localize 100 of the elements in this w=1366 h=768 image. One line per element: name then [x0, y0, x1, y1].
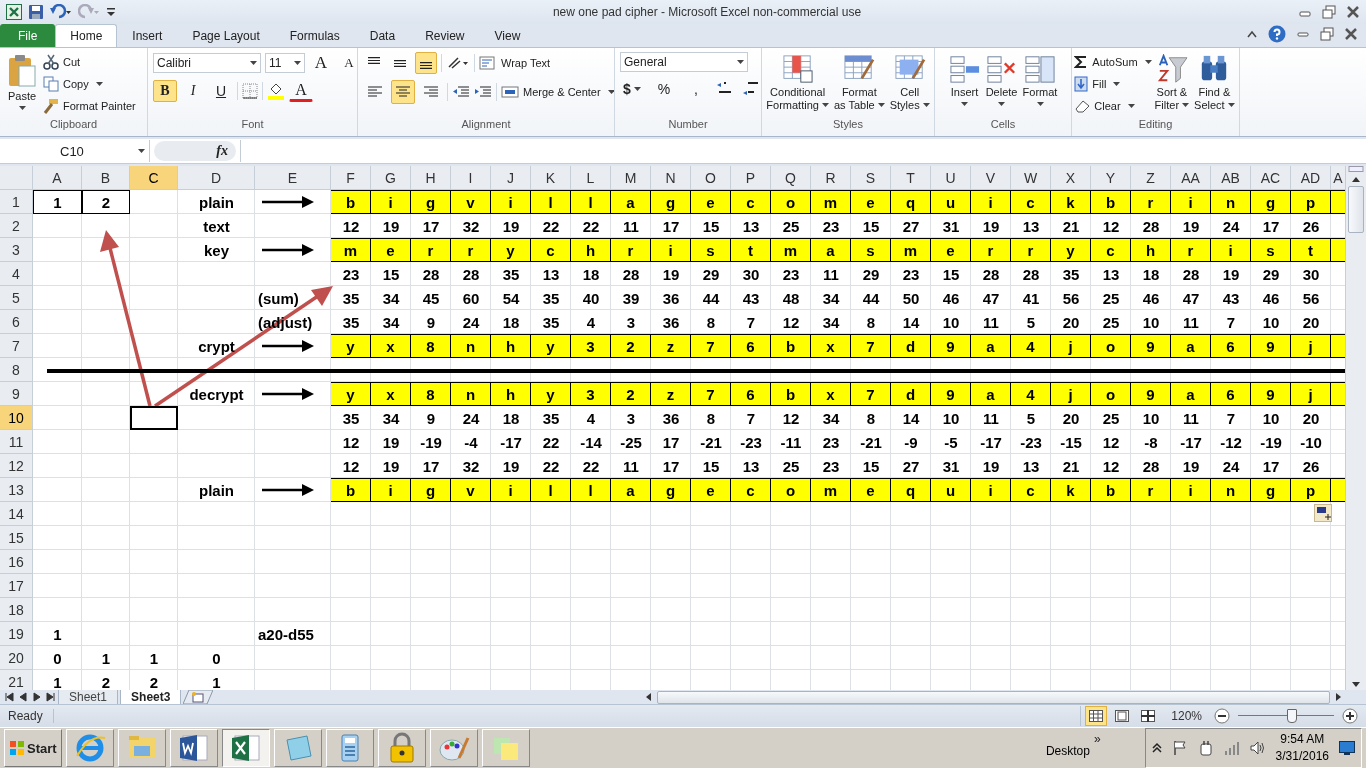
format-as-table-button[interactable]: Format as Table	[831, 52, 887, 114]
show-hidden-icons-icon[interactable]	[1151, 742, 1162, 754]
column-header[interactable]: N	[651, 166, 691, 190]
column-header[interactable]: W	[1011, 166, 1051, 190]
cut-button[interactable]: Cut	[43, 52, 136, 71]
column-header[interactable]: A	[1331, 166, 1345, 190]
row-header[interactable]: 7	[0, 334, 33, 358]
row-header[interactable]: 5	[0, 286, 33, 310]
format-painter-button[interactable]: Format Painter	[43, 96, 136, 115]
column-header[interactable]: J	[491, 166, 531, 190]
column-header[interactable]: AC	[1251, 166, 1291, 190]
save-icon[interactable]	[28, 4, 44, 20]
scrollbar-thumb[interactable]	[657, 690, 1330, 704]
new-sheet-icon[interactable]	[183, 690, 214, 704]
name-box[interactable]: C10	[0, 140, 150, 162]
column-header[interactable]: B	[82, 166, 130, 190]
row-header[interactable]: 3	[0, 238, 33, 262]
ribbon-tab[interactable]: Page Layout	[177, 24, 275, 47]
bold-button[interactable]: B	[153, 80, 177, 102]
row-header[interactable]: 19	[0, 622, 33, 646]
column-header[interactable]: I	[451, 166, 491, 190]
number-format-field[interactable]: General	[620, 52, 748, 72]
file-tab[interactable]: File	[0, 24, 56, 47]
help-icon[interactable]	[1268, 25, 1286, 43]
comma-button[interactable]: ,	[684, 78, 708, 100]
row-header[interactable]: 16	[0, 550, 33, 574]
ribbon-tab[interactable]: Data	[354, 24, 411, 47]
row-header[interactable]: 15	[0, 526, 33, 550]
row-header[interactable]: 11	[0, 430, 33, 454]
start-button[interactable]: Start	[4, 729, 62, 767]
column-header[interactable]: AA	[1171, 166, 1211, 190]
volume-icon[interactable]	[1249, 740, 1266, 756]
sort-filter-button[interactable]: Sort & Filter	[1152, 52, 1192, 114]
row-header[interactable]: 10	[0, 406, 33, 430]
column-header[interactable]: F	[331, 166, 371, 190]
autosum-button[interactable]: AutoSum	[1074, 52, 1152, 71]
clock-time[interactable]: 9:54 AM	[1280, 731, 1325, 748]
power-plug-icon[interactable]	[1197, 740, 1214, 756]
row-header[interactable]: 14	[0, 502, 33, 526]
column-header[interactable]: Z	[1131, 166, 1171, 190]
insert-function-button[interactable]: fx	[216, 143, 228, 159]
row-header[interactable]: 17	[0, 574, 33, 598]
column-header[interactable]: S	[851, 166, 891, 190]
insert-cells-button[interactable]: Insert	[946, 52, 983, 110]
font-field[interactable]: Calibri	[153, 53, 261, 73]
collapse-ribbon-icon[interactable]	[1246, 28, 1258, 40]
column-header[interactable]: D	[178, 166, 255, 190]
column-header[interactable]: H	[411, 166, 451, 190]
column-header[interactable]: G	[371, 166, 411, 190]
paste-options-icon[interactable]	[1314, 504, 1332, 522]
column-header[interactable]: E	[255, 166, 331, 190]
row-header[interactable]: 9	[0, 382, 33, 406]
column-header[interactable]: V	[971, 166, 1011, 190]
delete-cells-button[interactable]: Delete	[983, 52, 1020, 110]
row-header[interactable]: 1	[0, 190, 33, 214]
copy-button[interactable]: Copy	[43, 74, 136, 93]
row-header[interactable]: 18	[0, 598, 33, 622]
percent-button[interactable]: %	[652, 78, 676, 100]
zoom-out-icon[interactable]	[1214, 708, 1230, 724]
underline-button[interactable]: U	[209, 80, 233, 102]
row-header[interactable]: 20	[0, 646, 33, 670]
zoom-slider-thumb[interactable]	[1286, 709, 1297, 723]
font-color-button[interactable]: A	[289, 80, 313, 102]
row-header[interactable]: 12	[0, 454, 33, 478]
column-header[interactable]: X	[1051, 166, 1091, 190]
paste-button[interactable]: Paste	[5, 52, 39, 114]
sheet-navigation-icon[interactable]	[4, 692, 56, 702]
fill-button[interactable]: Fill	[1074, 74, 1152, 93]
wrap-text-button[interactable]: Wrap Text	[479, 53, 551, 73]
find-select-button[interactable]: Find & Select	[1192, 52, 1237, 114]
taskbar-button[interactable]	[221, 729, 270, 767]
align-bottom-button[interactable]	[415, 52, 437, 74]
column-header[interactable]: R	[811, 166, 851, 190]
grow-font-button[interactable]: A	[309, 52, 333, 74]
ribbon-tab[interactable]: Formulas	[274, 24, 355, 47]
orientation-icon[interactable]	[446, 55, 470, 71]
ribbon-tab[interactable]: Insert	[117, 24, 178, 47]
close-icon[interactable]	[1346, 5, 1360, 19]
close-icon[interactable]	[1344, 27, 1358, 41]
shrink-font-button[interactable]: A	[337, 52, 357, 74]
row-header[interactable]: 4	[0, 262, 33, 286]
align-center-button[interactable]	[391, 80, 415, 104]
column-header[interactable]: Y	[1091, 166, 1131, 190]
restore-icon[interactable]	[1320, 27, 1334, 41]
column-header[interactable]: M	[611, 166, 651, 190]
desktop-toolbar-label[interactable]: Desktop	[1045, 744, 1090, 758]
toolbar-overflow-button[interactable]: »	[1093, 732, 1101, 746]
column-header[interactable]: AD	[1291, 166, 1331, 190]
column-header[interactable]: K	[531, 166, 571, 190]
font-size-field[interactable]: 11	[265, 53, 305, 73]
ribbon-tab[interactable]: Home	[55, 24, 118, 47]
ribbon-tab[interactable]: Review	[410, 24, 480, 47]
restore-icon[interactable]	[1322, 5, 1336, 19]
row-header[interactable]: 2	[0, 214, 33, 238]
conditional-formatting-button[interactable]: Conditional Formatting	[764, 52, 831, 114]
normal-view-button[interactable]	[1085, 706, 1108, 726]
decrease-decimal-icon[interactable]	[742, 81, 760, 97]
format-cells-button[interactable]: Format	[1020, 52, 1060, 110]
row-header[interactable]: 8	[0, 358, 33, 382]
clear-button[interactable]: Clear	[1074, 96, 1152, 115]
